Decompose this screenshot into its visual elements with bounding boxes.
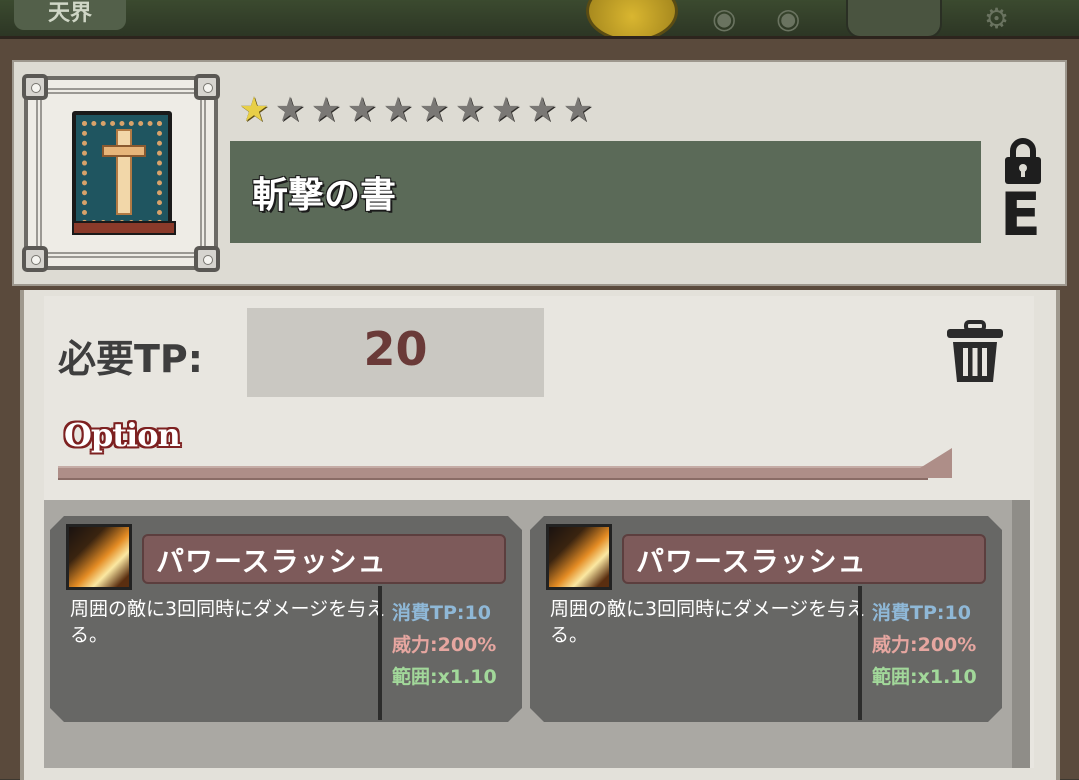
skill-cost: 消費TP:10 <box>392 602 491 624</box>
tp-value: 20 <box>363 322 428 376</box>
skill-name: パワースラッシュ <box>156 545 387 578</box>
skill-divider <box>378 586 382 720</box>
frame-corner <box>22 74 48 100</box>
bag-icon[interactable]: ◉ <box>712 2 736 35</box>
rank-letter: E <box>1000 180 1041 250</box>
skill-description: 周囲の敵に3回同時にダメージを与える。 <box>70 598 386 646</box>
tp-label: 必要TP: <box>58 337 203 381</box>
skill-cost: 消費TP:10 <box>872 602 971 624</box>
skill-power: 威力:200% <box>872 634 977 656</box>
star-empty-icon: ★ <box>526 90 558 130</box>
frame-corner <box>194 74 220 100</box>
area-tab[interactable]: 天界 <box>14 0 126 30</box>
skill-description: 周囲の敵に3回同時にダメージを与える。 <box>550 598 866 646</box>
spellbook-sword-icon <box>72 111 176 235</box>
option-title: Option <box>64 416 181 454</box>
pet-icon[interactable]: ◉ <box>776 2 800 35</box>
skill-range: 範囲:x1.10 <box>872 666 977 688</box>
item-name: 斬撃の書 <box>252 175 397 216</box>
star-empty-icon: ★ <box>562 90 594 130</box>
frame-corner <box>22 246 48 272</box>
settings-icon[interactable]: ⚙ <box>984 2 1009 35</box>
skill-range: 範囲:x1.10 <box>392 666 497 688</box>
star-empty-icon: ★ <box>310 90 342 130</box>
skill-card[interactable]: パワースラッシュ 周囲の敵に3回同時にダメージを与える。 消費TP:10 威力:… <box>530 516 1002 722</box>
star-empty-icon: ★ <box>490 90 522 130</box>
frame-corner <box>194 246 220 272</box>
trash-icon[interactable] <box>944 320 1006 386</box>
rarity-stars: ★ ★ ★ ★ ★ ★ ★ ★ ★ ★ <box>236 92 596 128</box>
option-divider <box>58 466 928 480</box>
star-empty-icon: ★ <box>274 90 306 130</box>
star-empty-icon: ★ <box>454 90 486 130</box>
star-empty-icon: ★ <box>418 90 450 130</box>
slash-skill-icon <box>66 524 132 590</box>
skill-card[interactable]: パワースラッシュ 周囲の敵に3回同時にダメージを与える。 消費TP:10 威力:… <box>50 516 522 722</box>
star-filled-icon: ★ <box>238 90 270 130</box>
star-empty-icon: ★ <box>382 90 414 130</box>
skill-name: パワースラッシュ <box>636 545 867 578</box>
option-divider-end <box>904 448 952 478</box>
skill-power: 威力:200% <box>392 634 497 656</box>
party-icon[interactable] <box>846 0 942 38</box>
lock-icon[interactable] <box>1002 138 1044 186</box>
slash-skill-icon <box>546 524 612 590</box>
skill-divider <box>858 586 862 720</box>
star-empty-icon: ★ <box>346 90 378 130</box>
skill-list-scrollbar[interactable] <box>1012 500 1030 768</box>
